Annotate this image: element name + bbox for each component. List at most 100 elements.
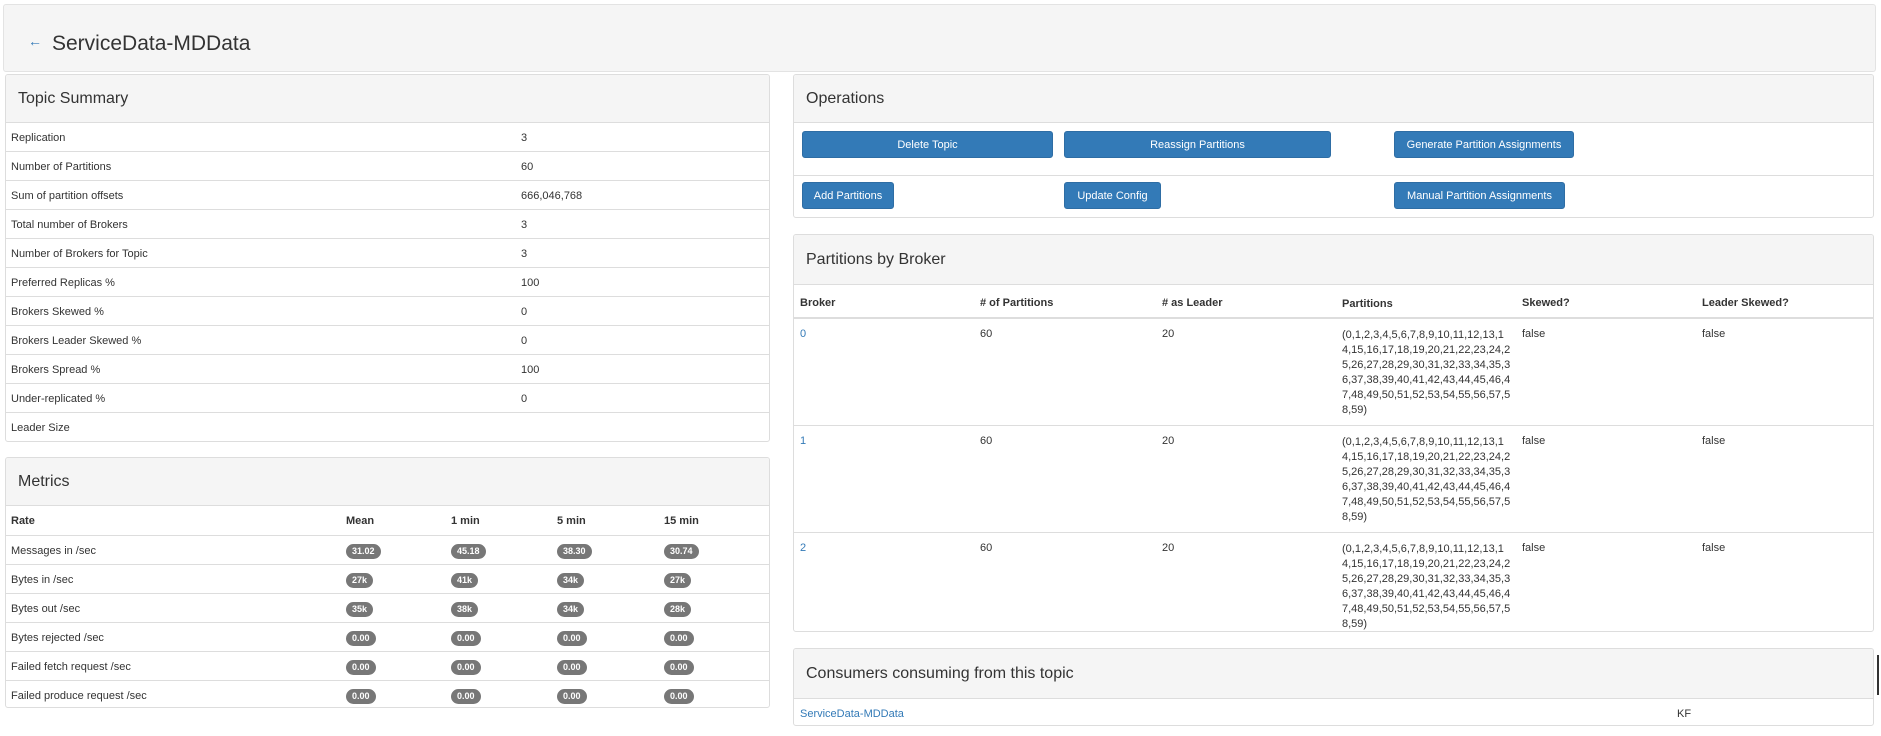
consumers-heading: Consumers consuming from this topic xyxy=(794,649,1873,699)
page-title: ServiceData-MDData xyxy=(52,32,251,55)
table-row: Preferred Replicas % 100 xyxy=(6,268,769,297)
table-row: Bytes in /sec 27k 41k 34k 27k xyxy=(6,565,769,594)
table-row: Bytes out /sec 35k 38k 34k 28k xyxy=(6,594,769,623)
metric-badge: 27k xyxy=(346,573,374,588)
metric-badge: 0.00 xyxy=(664,660,694,675)
row-label: Preferred Replicas % xyxy=(11,277,115,289)
column-header: Partitions xyxy=(1342,298,1393,310)
metric-badge: 0.00 xyxy=(664,631,694,646)
metric-label: Bytes in /sec xyxy=(11,574,74,586)
row-label: Number of Brokers for Topic xyxy=(11,248,148,260)
table-header-row: Broker # of Partitions # as Leader Parti… xyxy=(794,285,1873,319)
broker-link[interactable]: 0 xyxy=(800,328,806,340)
column-header: # of Partitions xyxy=(980,297,1054,309)
divider xyxy=(794,175,1873,176)
metric-badge: 0.00 xyxy=(451,631,481,646)
table-row: Sum of partition offsets 666,046,768 xyxy=(6,181,769,210)
row-label: Replication xyxy=(11,132,66,144)
skewed-value: false xyxy=(1522,435,1546,447)
back-arrow-icon[interactable]: ← xyxy=(28,33,42,49)
manual-partition-assignments-button[interactable]: Manual Partition Assignments xyxy=(1394,182,1565,209)
metric-badge: 34k xyxy=(557,573,585,588)
column-header: 1 min xyxy=(451,515,480,527)
reassign-partitions-button[interactable]: Reassign Partitions xyxy=(1064,131,1331,158)
metric-label: Bytes out /sec xyxy=(11,603,81,615)
row-label: Number of Partitions xyxy=(11,161,112,173)
partition-list: (0,1,2,3,4,5,6,7,8,9,10,11,12,13,14,15,1… xyxy=(1342,329,1511,416)
row-value: 0 xyxy=(521,393,528,405)
metric-badge: 35k xyxy=(346,602,374,617)
add-partitions-button[interactable]: Add Partitions xyxy=(802,182,894,209)
topic-summary-panel: Topic Summary Replication 3 Number of Par… xyxy=(5,74,770,442)
row-value: 666,046,768 xyxy=(521,190,583,202)
leader-count: 20 xyxy=(1162,328,1175,340)
row-label: Brokers Leader Skewed % xyxy=(11,335,142,347)
partition-count: 60 xyxy=(980,328,993,340)
metric-label: Messages in /sec xyxy=(11,545,96,557)
row-label: Brokers Skewed % xyxy=(11,306,104,318)
table-row: Replication 3 xyxy=(6,123,769,152)
table-row: Brokers Spread % 100 xyxy=(6,355,769,384)
partition-list: (0,1,2,3,4,5,6,7,8,9,10,11,12,13,14,15,1… xyxy=(1342,543,1511,630)
scrollbar[interactable] xyxy=(1877,655,1879,695)
operations-heading: Operations xyxy=(794,75,1873,123)
table-row: Failed produce request /sec 0.00 0.00 0.… xyxy=(6,681,769,707)
metric-label: Failed fetch request /sec xyxy=(11,661,131,673)
table-row: Failed fetch request /sec 0.00 0.00 0.00… xyxy=(6,652,769,681)
skewed-value: false xyxy=(1522,542,1546,554)
generate-partition-assignments-button[interactable]: Generate Partition Assignments xyxy=(1394,131,1574,158)
metric-label: Failed produce request /sec xyxy=(11,690,147,702)
metrics-table: Rate Mean 1 min 5 min 15 min Messages in… xyxy=(6,506,769,707)
metric-badge: 34k xyxy=(557,602,585,617)
table-header-row: Rate Mean 1 min 5 min 15 min xyxy=(6,506,769,536)
metrics-panel: Metrics Rate Mean 1 min 5 min 15 min Mes… xyxy=(5,457,770,708)
metric-badge: 27k xyxy=(664,573,692,588)
column-header: # as Leader xyxy=(1162,297,1223,309)
row-value: 60 xyxy=(521,161,534,173)
column-header: 5 min xyxy=(557,515,586,527)
page-header: ← ServiceData-MDData xyxy=(3,4,1876,72)
column-header: Leader Skewed? xyxy=(1702,297,1789,309)
consumer-link[interactable]: ServiceData-MDData xyxy=(800,708,904,720)
leader-count: 20 xyxy=(1162,542,1175,554)
table-row: Bytes rejected /sec 0.00 0.00 0.00 0.00 xyxy=(6,623,769,652)
row-label: Total number of Brokers xyxy=(11,219,128,231)
metric-badge: 0.00 xyxy=(557,689,587,704)
metric-badge: 0.00 xyxy=(346,660,376,675)
metric-badge: 38k xyxy=(451,602,479,617)
partition-list: (0,1,2,3,4,5,6,7,8,9,10,11,12,13,14,15,1… xyxy=(1342,436,1511,523)
broker-link[interactable]: 1 xyxy=(800,435,806,447)
metric-badge: 41k xyxy=(451,573,479,588)
delete-topic-button[interactable]: Delete Topic xyxy=(802,131,1053,158)
table-row: Number of Brokers for Topic 3 xyxy=(6,239,769,268)
row-value: 0 xyxy=(521,306,528,318)
partitions-by-broker-heading: Partitions by Broker xyxy=(794,235,1873,285)
column-header: Skewed? xyxy=(1522,297,1570,309)
metric-badge: 31.02 xyxy=(346,544,381,559)
table-row: ServiceData-MDData KF xyxy=(794,699,1873,725)
broker-link[interactable]: 2 xyxy=(800,542,806,554)
metric-badge: 0.00 xyxy=(557,660,587,675)
row-label: Under-replicated % xyxy=(11,393,106,405)
consumers-panel: Consumers consuming from this topic Serv… xyxy=(793,648,1874,726)
update-config-button[interactable]: Update Config xyxy=(1064,182,1161,209)
skewed-value: false xyxy=(1522,328,1546,340)
column-header: Mean xyxy=(346,515,375,527)
table-row: Leader Size xyxy=(6,413,769,441)
consumer-type: KF xyxy=(1677,708,1692,720)
table-row: 0 60 20 (0,1,2,3,4,5,6,7,8,9,10,11,12,13… xyxy=(794,319,1873,426)
leader-count: 20 xyxy=(1162,435,1175,447)
metric-badge: 0.00 xyxy=(557,631,587,646)
column-header: 15 min xyxy=(664,515,699,527)
table-row: Brokers Leader Skewed % 0 xyxy=(6,326,769,355)
row-value: 0 xyxy=(521,335,528,347)
metric-label: Bytes rejected /sec xyxy=(11,632,104,644)
table-row: Messages in /sec 31.02 45.18 38.30 30.74 xyxy=(6,536,769,565)
metric-badge: 0.00 xyxy=(346,631,376,646)
topic-summary-table: Replication 3 Number of Partitions 60 Sum … xyxy=(6,123,769,441)
metric-badge: 28k xyxy=(664,602,692,617)
leader-skewed-value: false xyxy=(1702,435,1726,447)
table-row: Brokers Skewed % 0 xyxy=(6,297,769,326)
column-header: Rate xyxy=(11,515,35,527)
operations-panel: Operations Delete Topic Reassign Partiti… xyxy=(793,74,1874,218)
